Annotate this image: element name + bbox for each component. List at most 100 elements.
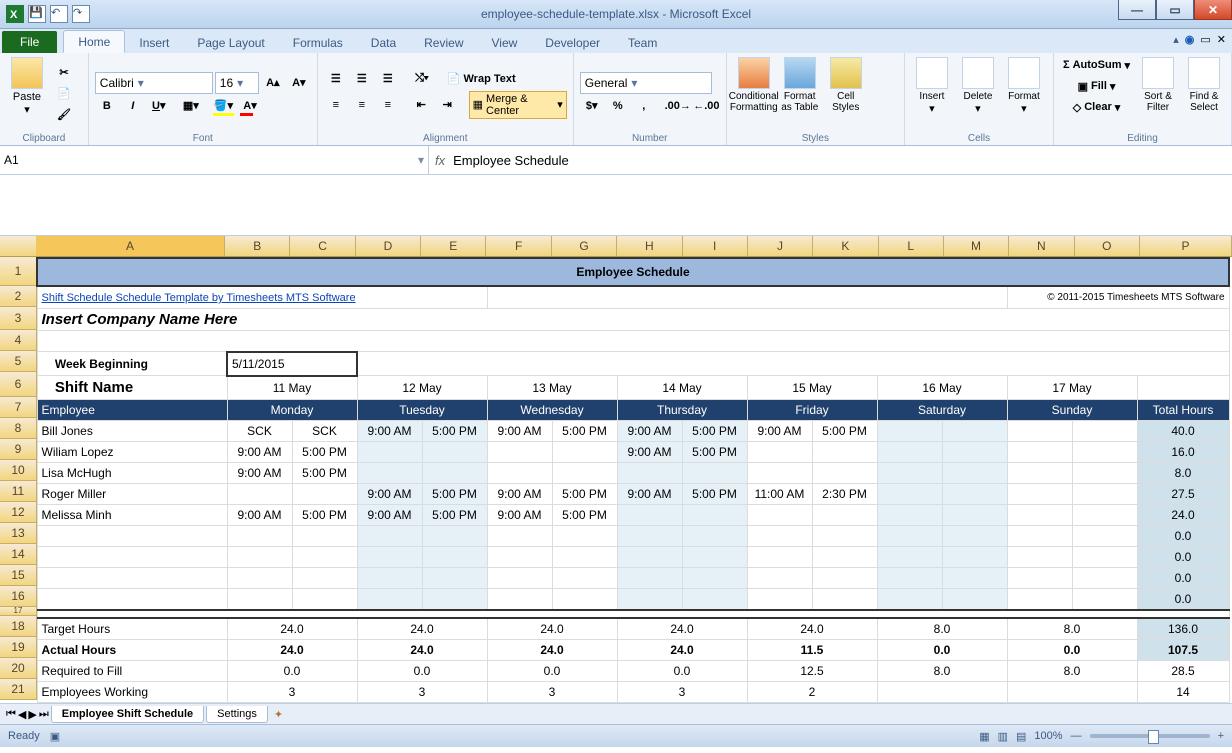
summary-value[interactable]: 24.0 xyxy=(617,618,747,640)
window-restore-icon[interactable]: ▭ xyxy=(1200,33,1210,46)
total-hours-cell[interactable]: 16.0 xyxy=(1137,442,1229,463)
row-header-6[interactable]: 6 xyxy=(0,372,37,397)
time-cell[interactable] xyxy=(682,526,747,547)
align-right-button[interactable]: ≡ xyxy=(376,95,400,115)
time-cell[interactable] xyxy=(942,442,1007,463)
underline-button[interactable]: U▾ xyxy=(147,96,171,116)
fill-button[interactable]: ▣Fill▾ xyxy=(1060,76,1133,96)
row-header-4[interactable]: 4 xyxy=(0,330,37,351)
cell[interactable] xyxy=(1137,376,1229,400)
row-header-14[interactable]: 14 xyxy=(0,544,37,565)
time-cell[interactable] xyxy=(812,463,877,484)
time-cell[interactable] xyxy=(877,463,942,484)
time-cell[interactable] xyxy=(422,547,487,568)
summary-total[interactable]: 28.5 xyxy=(1137,661,1229,682)
employee-name[interactable]: Melissa Minh xyxy=(37,505,227,526)
time-cell[interactable]: SCK xyxy=(292,421,357,442)
summary-value[interactable]: 3 xyxy=(487,682,617,703)
row-header-19[interactable]: 19 xyxy=(0,637,37,658)
cell[interactable] xyxy=(487,286,1007,308)
time-cell[interactable] xyxy=(1072,463,1137,484)
time-cell[interactable] xyxy=(617,526,682,547)
row-header-17[interactable]: 17 xyxy=(0,607,37,616)
time-cell[interactable] xyxy=(357,442,422,463)
row-header-12[interactable]: 12 xyxy=(0,502,37,523)
time-cell[interactable] xyxy=(682,568,747,589)
summary-total[interactable]: 107.5 xyxy=(1137,640,1229,661)
row-header-8[interactable]: 8 xyxy=(0,418,37,439)
time-cell[interactable] xyxy=(357,568,422,589)
summary-value[interactable]: 0.0 xyxy=(487,661,617,682)
total-hours-cell[interactable]: 24.0 xyxy=(1137,505,1229,526)
time-cell[interactable] xyxy=(227,589,292,611)
bold-button[interactable]: B xyxy=(95,96,119,116)
summary-value[interactable]: 12.5 xyxy=(747,661,877,682)
copyright-label[interactable]: © 2011-2015 Timesheets MTS Software xyxy=(1007,286,1229,308)
view-normal-icon[interactable]: ▦ xyxy=(979,730,989,743)
date-1[interactable]: 12 May xyxy=(357,376,487,400)
time-cell[interactable] xyxy=(877,421,942,442)
comma-button[interactable]: , xyxy=(632,96,656,116)
summary-value[interactable]: 0.0 xyxy=(617,661,747,682)
employee-name[interactable]: Bill Jones xyxy=(37,421,227,442)
time-cell[interactable] xyxy=(422,589,487,611)
time-cell[interactable] xyxy=(422,463,487,484)
format-cells-button[interactable]: Format▾ xyxy=(1003,55,1045,132)
row-header-7[interactable]: 7 xyxy=(0,397,37,418)
font-color-button[interactable]: A▾ xyxy=(238,96,262,116)
summary-value[interactable]: 0.0 xyxy=(877,640,1007,661)
time-cell[interactable] xyxy=(747,547,812,568)
time-cell[interactable] xyxy=(942,505,1007,526)
tab-home[interactable]: Home xyxy=(63,30,125,53)
time-cell[interactable]: SCK xyxy=(227,421,292,442)
time-cell[interactable] xyxy=(1007,526,1072,547)
align-top-button[interactable]: ☰ xyxy=(324,69,348,89)
col-header-E[interactable]: E xyxy=(421,236,486,256)
row-header-3[interactable]: 3 xyxy=(0,307,37,330)
time-cell[interactable] xyxy=(812,505,877,526)
row-header-1[interactable]: 1 xyxy=(0,257,37,286)
week-beginning-value[interactable]: 5/11/2015 xyxy=(227,352,357,376)
time-cell[interactable]: 5:00 PM xyxy=(422,505,487,526)
employee-name[interactable] xyxy=(37,547,227,568)
time-cell[interactable]: 5:00 PM xyxy=(292,505,357,526)
time-cell[interactable]: 11:00 AM xyxy=(747,484,812,505)
summary-value[interactable] xyxy=(877,682,1007,703)
summary-value[interactable]: 24.0 xyxy=(487,640,617,661)
time-cell[interactable] xyxy=(552,589,617,611)
format-painter-button[interactable]: 🖌 xyxy=(52,105,76,125)
employee-name[interactable] xyxy=(37,568,227,589)
tab-nav-last-icon[interactable]: ⏭ xyxy=(39,708,49,721)
time-cell[interactable] xyxy=(292,568,357,589)
number-format-combo[interactable]: General▾ xyxy=(580,72,712,94)
time-cell[interactable] xyxy=(357,463,422,484)
align-bottom-button[interactable]: ☰ xyxy=(376,69,400,89)
employee-name[interactable]: Roger Miller xyxy=(37,484,227,505)
hdr-tue[interactable]: Tuesday xyxy=(357,400,487,421)
tab-nav-prev-icon[interactable]: ◀ xyxy=(18,708,26,721)
hdr-thu[interactable]: Thursday xyxy=(617,400,747,421)
time-cell[interactable] xyxy=(422,526,487,547)
total-hours-cell[interactable]: 0.0 xyxy=(1137,589,1229,611)
col-header-B[interactable]: B xyxy=(225,236,290,256)
summary-value[interactable]: 24.0 xyxy=(747,618,877,640)
time-cell[interactable] xyxy=(487,568,552,589)
summary-value[interactable]: 2 xyxy=(747,682,877,703)
tab-insert[interactable]: Insert xyxy=(125,32,183,53)
time-cell[interactable] xyxy=(877,589,942,611)
date-6[interactable]: 17 May xyxy=(1007,376,1137,400)
time-cell[interactable] xyxy=(682,463,747,484)
summary-value[interactable]: 8.0 xyxy=(1007,661,1137,682)
time-cell[interactable] xyxy=(1072,505,1137,526)
total-hours-cell[interactable]: 8.0 xyxy=(1137,463,1229,484)
row-header-18[interactable]: 18 xyxy=(0,616,37,637)
date-5[interactable]: 16 May xyxy=(877,376,1007,400)
time-cell[interactable]: 5:00 PM xyxy=(552,484,617,505)
time-cell[interactable]: 9:00 AM xyxy=(227,442,292,463)
time-cell[interactable]: 9:00 AM xyxy=(487,484,552,505)
time-cell[interactable] xyxy=(812,589,877,611)
total-hours-cell[interactable]: 27.5 xyxy=(1137,484,1229,505)
time-cell[interactable]: 5:00 PM xyxy=(682,484,747,505)
hdr-sat[interactable]: Saturday xyxy=(877,400,1007,421)
template-link[interactable]: Shift Schedule Schedule Template by Time… xyxy=(37,286,487,308)
